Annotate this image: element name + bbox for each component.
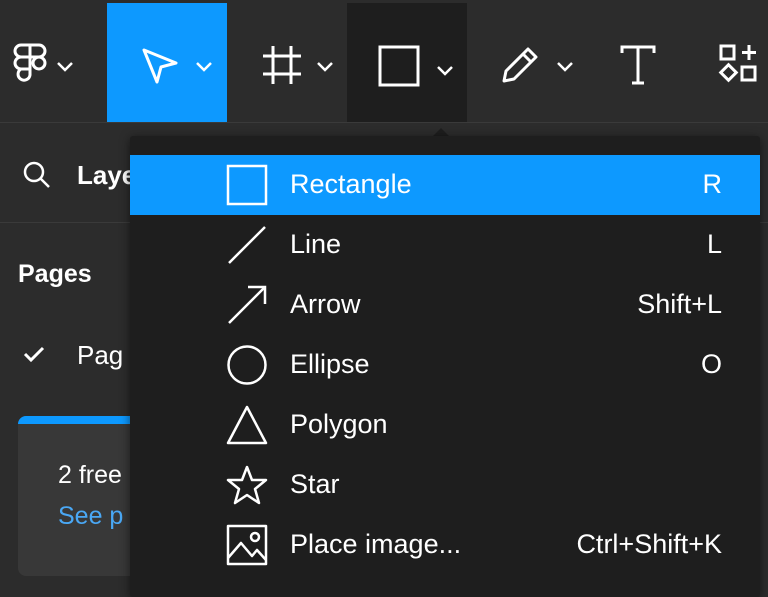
checkmark-icon bbox=[23, 346, 45, 363]
menu-item-polygon[interactable]: Polygon bbox=[130, 395, 760, 455]
shape-menu: Rectangle R Line L Arrow Shift+L Ellipse… bbox=[130, 136, 760, 597]
shape-tool-button[interactable] bbox=[347, 3, 467, 122]
layers-label[interactable]: Laye bbox=[77, 160, 136, 191]
move-tool-button[interactable] bbox=[107, 3, 227, 122]
menu-item-shortcut: Shift+L bbox=[637, 289, 722, 319]
menu-item-label: Place image... bbox=[290, 529, 462, 559]
menu-item-line[interactable]: Line L bbox=[130, 215, 760, 275]
menu-item-star[interactable]: Star bbox=[130, 455, 760, 515]
menu-item-rectangle[interactable]: Rectangle R bbox=[130, 155, 760, 215]
pages-heading: Pages bbox=[18, 260, 92, 288]
pointer-arrow-icon bbox=[142, 48, 178, 84]
text-t-icon bbox=[620, 45, 656, 85]
square-icon bbox=[378, 45, 420, 87]
menu-item-shortcut: R bbox=[702, 169, 723, 199]
menu-item-label: Arrow bbox=[290, 289, 361, 319]
menu-item-label: Polygon bbox=[290, 409, 388, 439]
figma-logo-icon bbox=[13, 43, 47, 82]
ellipse-icon bbox=[227, 345, 267, 385]
rectangle-icon bbox=[226, 164, 268, 206]
promo-link[interactable]: See p bbox=[58, 502, 123, 531]
arrow-icon bbox=[228, 285, 267, 324]
chevron-down-icon bbox=[196, 62, 212, 72]
chevron-down-icon bbox=[57, 62, 73, 72]
menu-item-label: Rectangle bbox=[290, 169, 412, 199]
line-icon bbox=[228, 226, 266, 264]
menu-item-arrow[interactable]: Arrow Shift+L bbox=[130, 275, 760, 335]
menu-item-label: Star bbox=[290, 469, 340, 499]
pencil-icon bbox=[502, 47, 538, 83]
resources-tool-button[interactable] bbox=[700, 3, 768, 122]
chevron-down-icon bbox=[437, 66, 453, 76]
page-list-item[interactable]: Pag bbox=[77, 340, 123, 371]
main-menu-button[interactable] bbox=[0, 3, 100, 122]
promo-text: 2 free bbox=[58, 461, 122, 489]
chevron-down-icon bbox=[557, 62, 573, 72]
frame-hash-icon bbox=[263, 46, 301, 84]
chevron-down-icon bbox=[317, 62, 333, 72]
shapes-plus-icon bbox=[718, 44, 757, 83]
text-tool-button[interactable] bbox=[600, 3, 680, 122]
polygon-icon bbox=[226, 405, 268, 445]
menu-item-place-image[interactable]: Place image... Ctrl+Shift+K bbox=[130, 515, 760, 575]
star-icon bbox=[226, 465, 268, 505]
menu-item-shortcut: O bbox=[700, 349, 722, 379]
menu-item-label: Ellipse bbox=[290, 349, 370, 379]
search-icon[interactable] bbox=[22, 160, 52, 190]
image-icon bbox=[226, 524, 268, 566]
pen-tool-button[interactable] bbox=[480, 3, 590, 122]
toolbar bbox=[0, 0, 768, 122]
frame-tool-button[interactable] bbox=[232, 3, 344, 122]
menu-item-shortcut: Ctrl+Shift+K bbox=[576, 529, 722, 559]
menu-item-shortcut: L bbox=[706, 229, 722, 259]
menu-item-ellipse[interactable]: Ellipse O bbox=[130, 335, 760, 395]
menu-item-label: Line bbox=[290, 229, 342, 259]
